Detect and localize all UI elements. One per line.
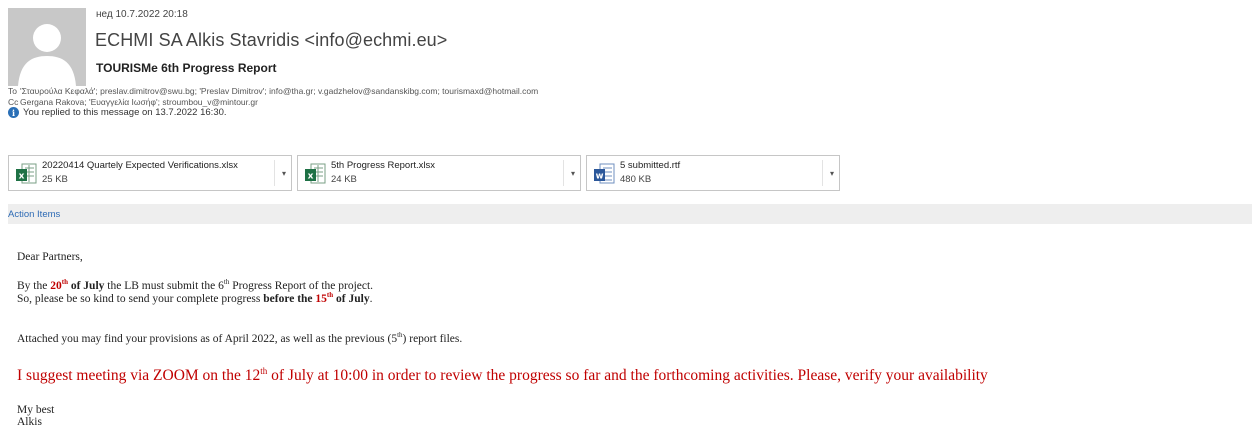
attachment-3[interactable]: w 5 submitted.rtf 480 KB ▾ [586, 155, 840, 191]
divider [563, 160, 564, 186]
attachment-name: 5th Progress Report.xlsx [331, 160, 436, 171]
chevron-down-icon[interactable]: ▾ [282, 169, 286, 178]
sender-name[interactable]: ECHMI SA Alkis Stavridis <info@echmi.eu> [95, 30, 447, 51]
svg-text:w: w [596, 172, 604, 182]
info-icon: i [8, 107, 19, 118]
text-run: of July [67, 280, 105, 292]
chevron-down-icon[interactable]: ▾ [830, 169, 834, 178]
sender-avatar [8, 8, 86, 86]
attachment-size: 24 KB [331, 174, 357, 185]
attachment-size: 480 KB [620, 174, 652, 185]
word-file-icon: w [594, 163, 615, 184]
message-subject: TOURISMe 6th Progress Report [96, 61, 277, 75]
text-run: So, please be so kind to send your compl… [17, 293, 264, 305]
excel-file-icon: x [16, 163, 37, 184]
attachment-name: 5 submitted.rtf [620, 160, 681, 171]
text-run: By the [17, 280, 51, 292]
submission-date: 15th [315, 291, 334, 305]
to-recipients[interactable]: 'Σταυρούλα Κεφαλά'; preslav.dimitrov@swu… [20, 86, 538, 96]
text-run: of July [333, 293, 370, 305]
reply-info-bar[interactable]: i You replied to this message on 13.7.20… [8, 107, 227, 118]
divider [274, 160, 275, 186]
text-run: I suggest meeting via ZOOM on the 12 [17, 367, 261, 384]
text-run: the LB must submit the 6 [104, 280, 224, 292]
body-paragraph-3: Attached you may find your provisions as… [17, 332, 463, 346]
text-run: Progress Report of the project. [229, 280, 374, 292]
attachment-name: 20220414 Quartely Expected Verifications… [42, 160, 238, 171]
person-silhouette-icon [18, 24, 76, 86]
action-items-bar: Action Items [8, 204, 1252, 224]
action-items-link[interactable]: Action Items [8, 209, 60, 220]
svg-text:x: x [308, 172, 314, 182]
reply-info-text: You replied to this message on 13.7.2022… [23, 107, 227, 118]
svg-text:x: x [19, 172, 25, 182]
attachment-1[interactable]: x 20220414 Quartely Expected Verificatio… [8, 155, 292, 191]
text-run: Attached you may find your provisions as… [17, 333, 398, 345]
to-label: To [8, 86, 17, 96]
attachment-size: 25 KB [42, 174, 68, 185]
divider [822, 160, 823, 186]
message-date: нед 10.7.2022 20:18 [96, 9, 188, 20]
text-run: before the [263, 293, 316, 305]
body-paragraph-1: By the 20th of July the LB must submit t… [17, 278, 374, 293]
greeting: Dear Partners, [17, 251, 83, 263]
cc-recipients[interactable]: Gergana Rakova; 'Ευαγγελία Ιωσήφ'; strou… [20, 97, 258, 107]
signature-name: Alkis [17, 416, 42, 428]
attachment-2[interactable]: x 5th Progress Report.xlsx 24 KB ▾ [297, 155, 581, 191]
meeting-proposal: I suggest meeting via ZOOM on the 12th o… [17, 366, 988, 385]
text-run: ) report files. [402, 333, 463, 345]
text-run: of July at 10:00 in order to review the … [267, 367, 988, 384]
body-paragraph-2: So, please be so kind to send your compl… [17, 291, 373, 306]
cc-label: Cc [8, 97, 19, 107]
chevron-down-icon[interactable]: ▾ [571, 169, 575, 178]
deadline-date: 20th [50, 278, 68, 292]
excel-file-icon: x [305, 163, 326, 184]
text-run: . [369, 293, 373, 305]
